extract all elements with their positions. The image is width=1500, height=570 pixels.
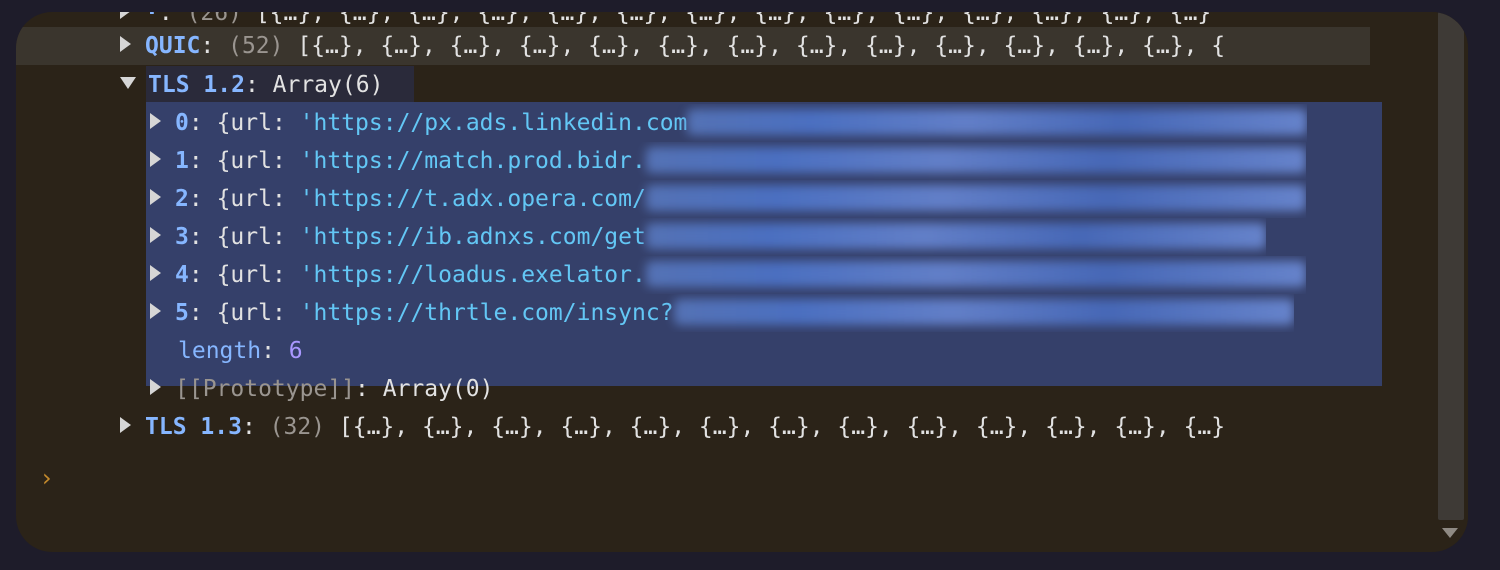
entry-url-tail: . <box>632 148 646 174</box>
prototype-value: Array(0) <box>382 376 494 402</box>
property-key: TLS 1.2 <box>148 72 245 98</box>
array-preview: [{…}, {…}, {…}, {…}, {…}, {…}, {…}, {…},… <box>338 414 1226 440</box>
array-entry-row[interactable]: 1: {url: 'https://match.prod.bidr. <box>150 142 1306 180</box>
entry-url: 'https://match.prod.bidr <box>299 148 632 174</box>
vertical-scrollbar[interactable] <box>1434 12 1468 552</box>
expand-arrow-icon[interactable] <box>150 302 161 319</box>
property-key: QUIC <box>145 33 201 59</box>
expand-arrow-icon[interactable] <box>150 226 161 243</box>
entry-url: 'https://t.adx.opera.com <box>299 186 632 212</box>
property-key: · <box>145 12 159 26</box>
array-count: (52) <box>228 33 284 59</box>
entry-url-tail: / <box>632 186 646 212</box>
redacted-url-blur <box>687 108 1308 135</box>
redacted-url-blur <box>645 222 1266 249</box>
array-preview: [{…}, {…}, {…}, {…}, {…}, {…}, {…}, {…},… <box>297 33 1226 59</box>
length-value: 6 <box>288 338 303 364</box>
prototype-row[interactable]: [[Prototype]]: Array(0) <box>150 370 494 408</box>
property-key: TLS 1.3 <box>145 414 242 440</box>
devtools-console-panel: ·: (26) [{…}, {…}, {…}, {…}, {…}, {…}, {… <box>16 12 1468 552</box>
prototype-label: [[Prototype]] <box>175 376 356 402</box>
object-open: {url: <box>216 186 300 212</box>
array-summary: Array(6) <box>272 72 384 98</box>
entry-url-tail: . <box>632 262 646 288</box>
expand-arrow-icon[interactable] <box>150 188 161 205</box>
array-entry-row[interactable]: 2: {url: 'https://t.adx.opera.com/ <box>150 180 1306 218</box>
redacted-url-blur <box>645 260 1306 287</box>
redacted-url-blur <box>645 184 1306 211</box>
expand-arrow-icon[interactable] <box>150 150 161 167</box>
entry-index: 0 <box>175 110 189 136</box>
expand-arrow-icon[interactable] <box>150 264 161 281</box>
scroll-down-arrow-icon[interactable] <box>1442 528 1458 538</box>
console-row-tls13[interactable]: TLS 1.3: (32) [{…}, {…}, {…}, {…}, {…}, … <box>120 408 1225 446</box>
array-entry-row[interactable]: 5: {url: 'https://thrtle.com/insync? <box>150 294 1294 332</box>
entry-url: 'https://loadus.exelator <box>299 262 632 288</box>
entry-url-tail: ? <box>659 300 674 326</box>
array-preview: [{…}, {…}, {…}, {…}, {…}, {…}, {…}, {…},… <box>255 12 1212 26</box>
object-open: {url: <box>216 110 300 136</box>
expand-arrow-icon[interactable] <box>120 416 131 433</box>
array-length-row: length: 6 <box>178 338 303 364</box>
array-count: (32) <box>269 414 326 440</box>
redacted-url-blur <box>645 146 1306 173</box>
entry-url-tail: com <box>645 110 688 136</box>
entry-index: 2 <box>175 186 189 212</box>
object-open: {url: <box>216 262 300 288</box>
console-row-tls12[interactable]: TLS 1.2: Array(6) <box>120 66 383 104</box>
console-prompt-chevron-icon[interactable]: › <box>42 464 52 492</box>
entry-index: 3 <box>175 224 189 250</box>
object-open: {url: <box>216 148 300 174</box>
console-row-quic[interactable]: QUIC: (52) [{…}, {…}, {…}, {…}, {…}, {…}… <box>120 27 1225 65</box>
expand-arrow-icon[interactable] <box>150 378 161 395</box>
array-entry-row[interactable]: 0: {url: 'https://px.ads.linkedin.com <box>150 104 1308 142</box>
entry-url: 'https://ib.adnxs.com/get <box>299 224 646 250</box>
collapse-arrow-icon[interactable] <box>120 76 136 89</box>
array-entry-row[interactable]: 3: {url: 'https://ib.adnxs.com/get <box>150 218 1266 256</box>
scrollbar-thumb[interactable] <box>1438 12 1464 520</box>
entry-url: 'https://px.ads.linkedin. <box>299 110 646 136</box>
array-count: (26) <box>186 12 242 26</box>
object-open: {url: <box>216 224 300 250</box>
entry-index: 1 <box>175 148 189 174</box>
redacted-url-blur <box>673 298 1294 325</box>
expand-arrow-icon[interactable] <box>120 12 131 19</box>
expand-arrow-icon[interactable] <box>150 112 161 129</box>
array-entry-row[interactable]: 4: {url: 'https://loadus.exelator. <box>150 256 1306 294</box>
expand-arrow-icon[interactable] <box>120 35 131 52</box>
length-label: length <box>178 338 262 364</box>
object-open: {url: <box>216 300 300 326</box>
entry-url: 'https://thrtle.com/insync <box>299 300 660 326</box>
entry-index: 4 <box>175 262 189 288</box>
entry-index: 5 <box>175 300 189 326</box>
